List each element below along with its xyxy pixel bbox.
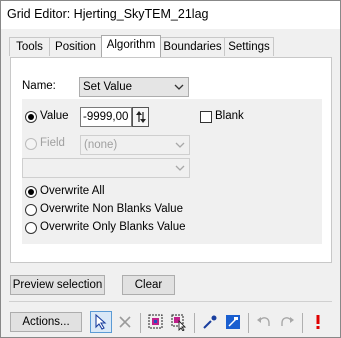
exclamation-icon[interactable] — [307, 311, 329, 333]
tab-algorithm[interactable]: Algorithm — [101, 35, 161, 57]
field-select-value: (none) — [84, 139, 118, 151]
value-input-text: -9999,00 — [83, 111, 129, 123]
field-subselect[interactable] — [22, 158, 190, 178]
selection-mask-cursor-icon[interactable] — [168, 311, 190, 333]
grid-editor-window: Grid Editor: Hjerting_SkyTEM_21lag Tools… — [0, 0, 341, 338]
x-cancel-icon[interactable] — [114, 311, 136, 333]
field-radio[interactable] — [25, 138, 37, 150]
blank-checkbox[interactable] — [200, 111, 212, 123]
toolbar-separator — [194, 313, 195, 333]
overwrite-all-radio[interactable] — [25, 186, 37, 198]
spin-updown-icon[interactable] — [132, 107, 149, 127]
preview-selection-button[interactable]: Preview selection — [10, 275, 105, 295]
divider — [9, 301, 332, 302]
name-select-value: Set Value — [83, 81, 133, 93]
undo-icon[interactable] — [253, 311, 275, 333]
selection-mask-icon[interactable] — [145, 311, 167, 333]
tab-settings[interactable]: Settings — [224, 37, 274, 56]
chevron-down-icon — [174, 84, 184, 90]
pipette-icon[interactable] — [199, 311, 221, 333]
toolbar-separator — [302, 313, 303, 333]
overwrite-blanks-label: Overwrite Only Blanks Value — [40, 221, 186, 233]
overwrite-all-label: Overwrite All — [40, 185, 105, 197]
actions-button[interactable]: Actions... — [10, 312, 82, 332]
pointer-select-icon[interactable] — [90, 311, 112, 333]
overwrite-blanks-radio[interactable] — [25, 222, 37, 234]
blank-label: Blank — [215, 110, 244, 122]
value-input[interactable]: -9999,00 — [80, 107, 132, 127]
overwrite-nonblanks-label: Overwrite Non Blanks Value — [40, 203, 183, 215]
value-radio[interactable] — [25, 111, 37, 123]
title-bar: Grid Editor: Hjerting_SkyTEM_21lag — [1, 1, 340, 29]
overwrite-nonblanks-radio[interactable] — [25, 204, 37, 216]
window-title: Grid Editor: Hjerting_SkyTEM_21lag — [7, 7, 209, 21]
name-select[interactable]: Set Value — [79, 77, 189, 97]
field-label: Field — [40, 137, 65, 149]
chevron-down-icon — [175, 165, 185, 171]
fill-icon[interactable] — [222, 311, 244, 333]
name-label: Name: — [22, 80, 56, 92]
tab-boundaries[interactable]: Boundaries — [160, 37, 225, 56]
value-radio-dot — [28, 114, 34, 120]
value-label: Value — [40, 110, 69, 122]
chevron-down-icon — [175, 142, 185, 148]
overwrite-all-radio-dot — [28, 189, 34, 195]
tab-tools[interactable]: Tools — [9, 37, 50, 56]
algorithm-panel: Name: Set Value Value -9999,00 Blank Fie… — [10, 57, 332, 263]
toolbar-separator — [248, 313, 249, 333]
clear-button[interactable]: Clear — [122, 275, 175, 295]
redo-icon[interactable] — [276, 311, 298, 333]
toolbar-separator — [140, 313, 141, 333]
value-group: Value -9999,00 Blank Field (none) Overwr… — [22, 99, 322, 244]
field-select[interactable]: (none) — [80, 135, 190, 155]
tab-position[interactable]: Position — [49, 37, 102, 56]
